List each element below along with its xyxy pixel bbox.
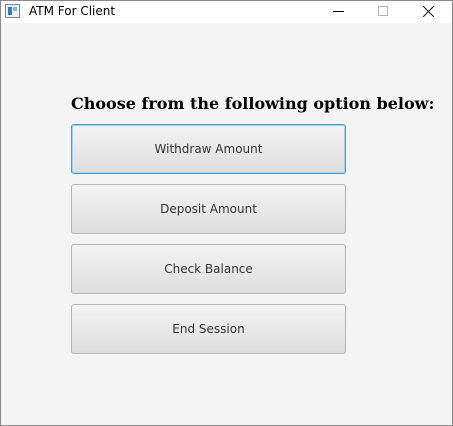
atm-client-window: ATM For Client Choose from the following… — [0, 0, 453, 426]
app-window-icon — [5, 4, 20, 18]
close-button[interactable] — [406, 1, 451, 23]
close-icon — [422, 5, 435, 18]
maximize-icon — [378, 6, 388, 16]
deposit-amount-button[interactable]: Deposit Amount — [71, 184, 346, 234]
menu-prompt: Choose from the following option below: — [71, 94, 435, 113]
main-panel: Choose from the following option below: … — [1, 23, 452, 425]
check-balance-button[interactable]: Check Balance — [71, 244, 346, 294]
maximize-button[interactable] — [361, 1, 406, 23]
withdraw-amount-button[interactable]: Withdraw Amount — [71, 124, 346, 174]
minimize-button[interactable] — [316, 1, 361, 23]
window-title: ATM For Client — [29, 4, 116, 18]
minimize-icon — [333, 11, 344, 12]
end-session-button[interactable]: End Session — [71, 304, 346, 354]
title-bar[interactable]: ATM For Client — [1, 1, 452, 23]
